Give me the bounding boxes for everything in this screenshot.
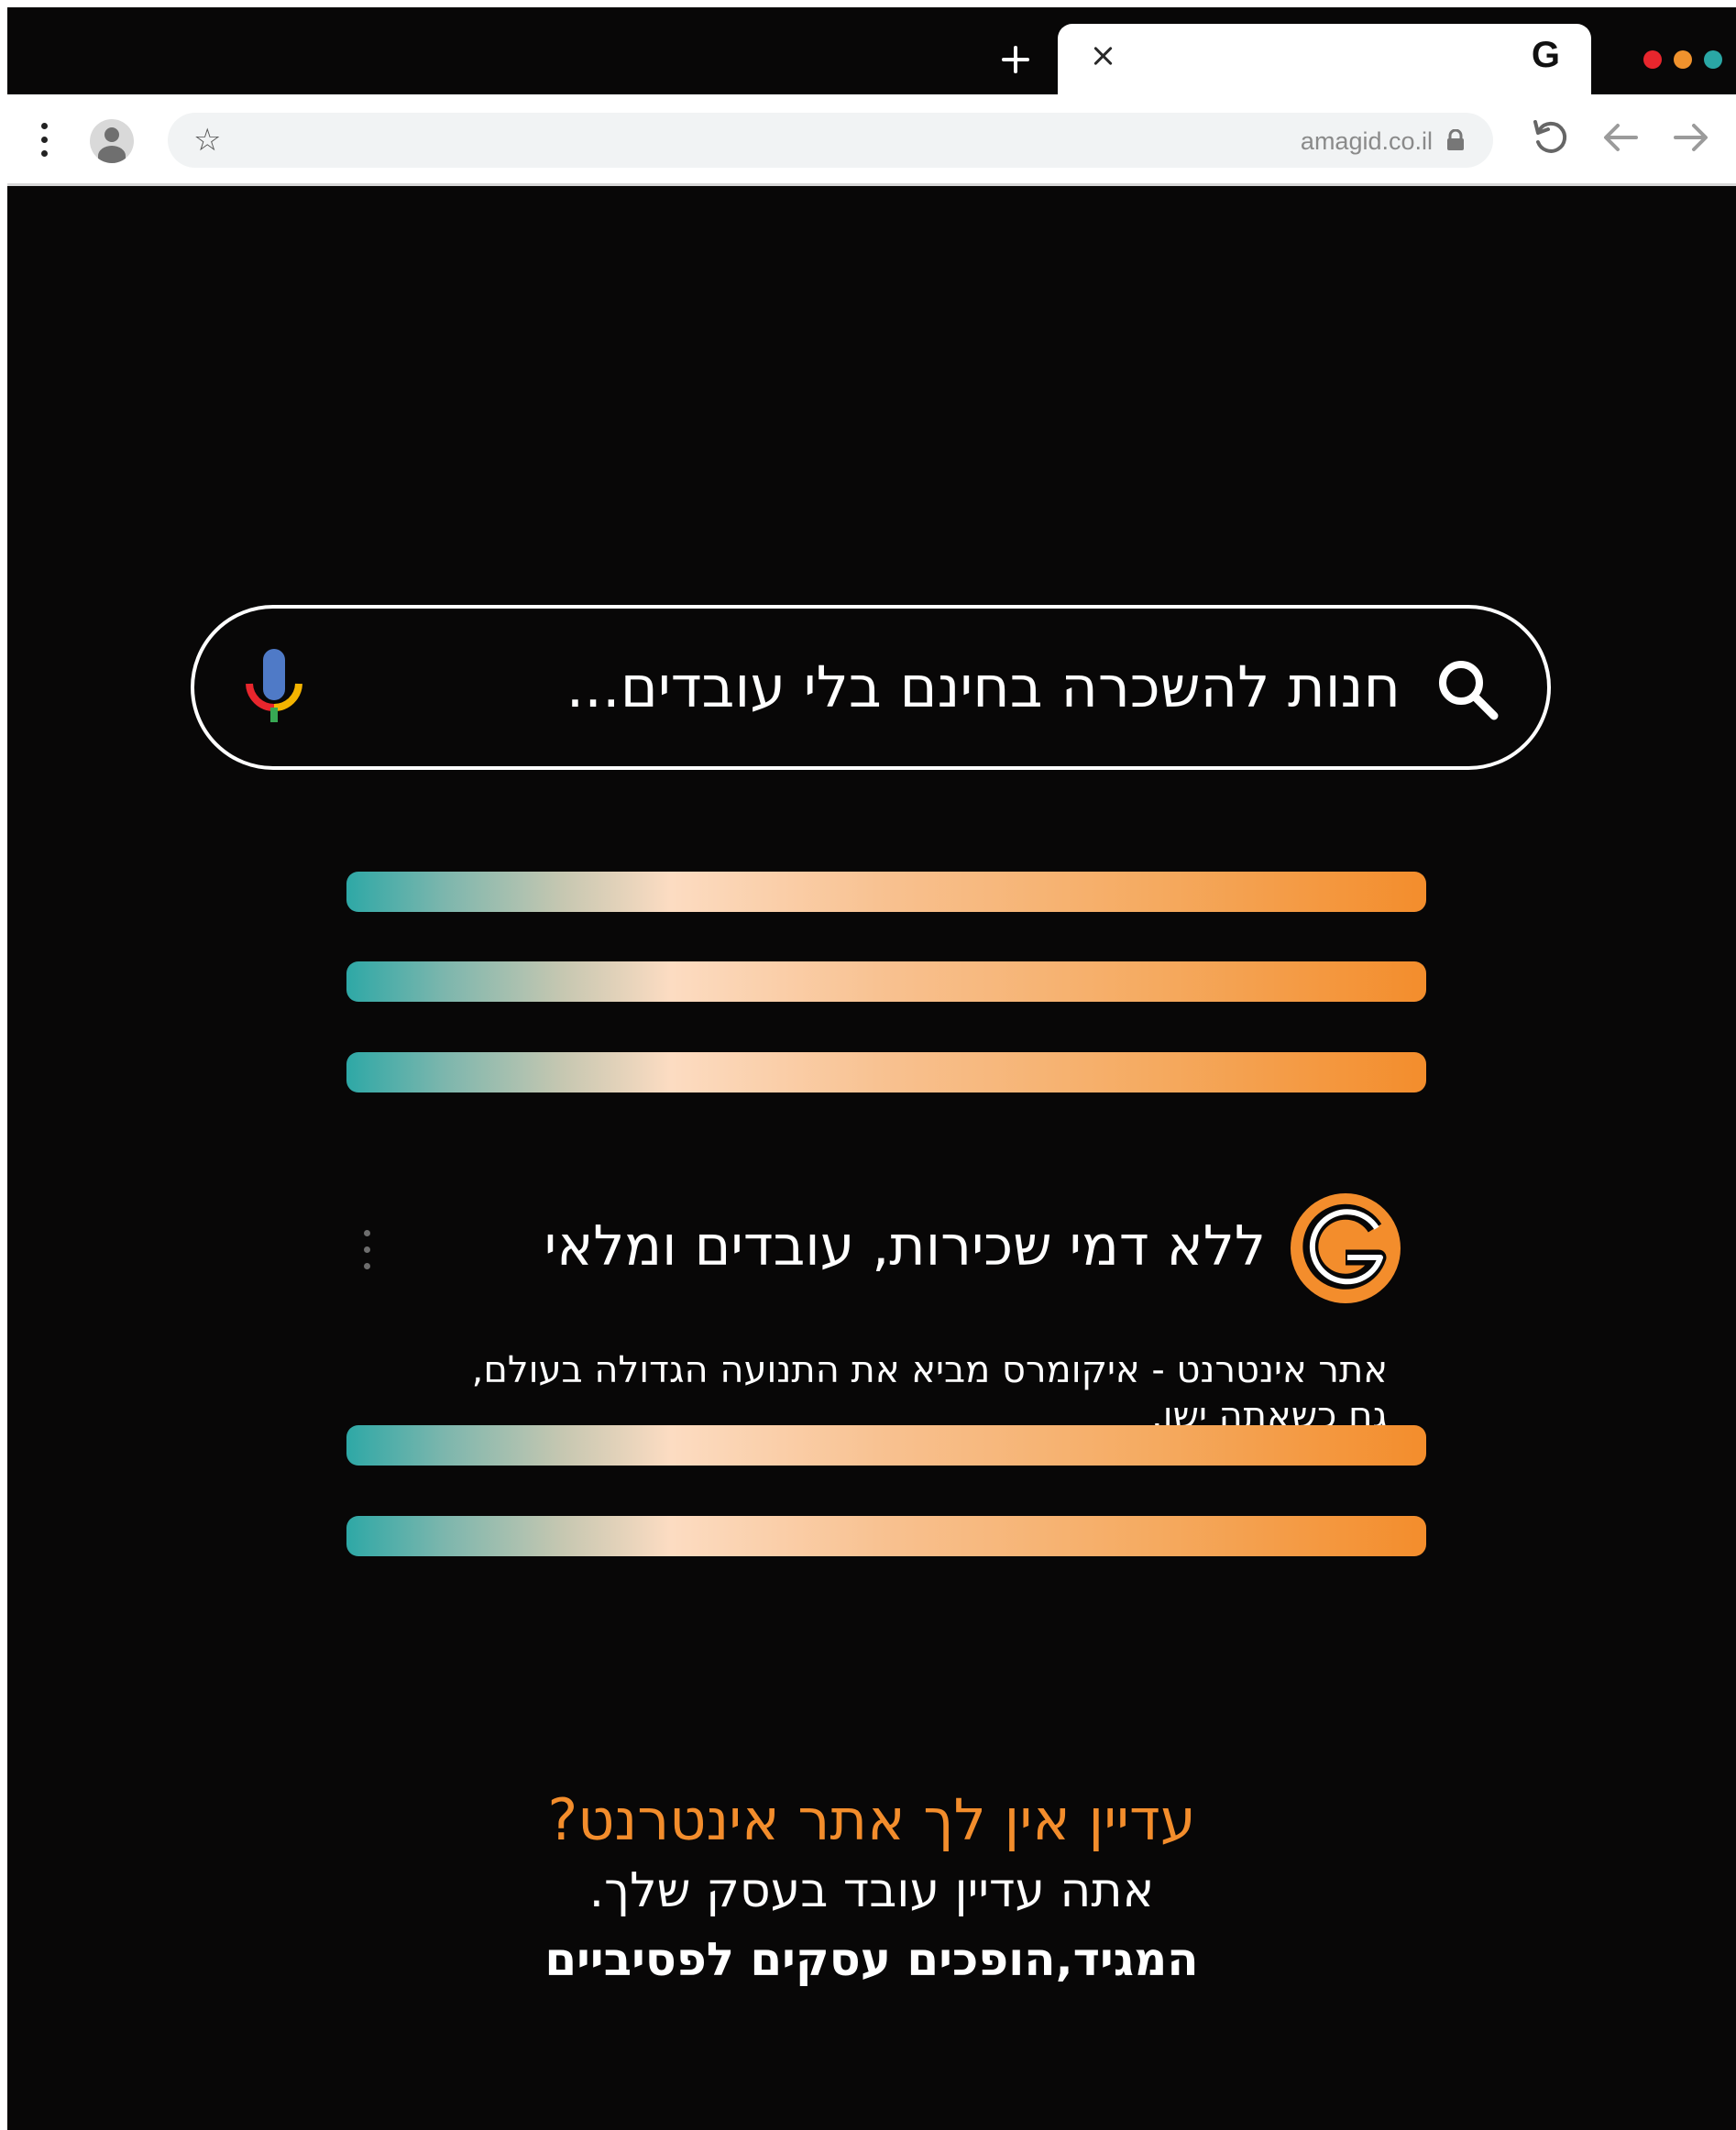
- address-bar[interactable]: ☆ amagid.co.il: [168, 113, 1493, 168]
- cta-tagline: המגיד,הופכים עסקים לפסיביים: [544, 1933, 1199, 1986]
- reload-icon[interactable]: [1530, 116, 1572, 159]
- window-maximize-dot[interactable]: [1704, 50, 1722, 69]
- amagid-logo-icon: [1291, 1193, 1401, 1303]
- browser-window: G ☆ amagid.co.il חנות להשכרה בחינם בלי ע…: [7, 7, 1736, 2130]
- placeholder-result-bar: [346, 1425, 1426, 1466]
- cta-heading: עדיין אין לך אתר אינטרנט?: [547, 1786, 1196, 1853]
- window-close-dot[interactable]: [1643, 50, 1662, 69]
- profile-avatar[interactable]: [90, 119, 134, 163]
- placeholder-result-bar: [346, 1516, 1426, 1556]
- new-tab-button[interactable]: [1000, 44, 1031, 75]
- back-arrow-icon[interactable]: [1599, 116, 1642, 159]
- placeholder-result-bar: [346, 961, 1426, 1002]
- result-title-link[interactable]: ללא דמי שכירות, עובדים ומלאי: [544, 1213, 1266, 1279]
- page-content: חנות להשכרה בחינם בלי עובדים... ללא דמי …: [7, 183, 1736, 2130]
- tab-favicon-icon: G: [1531, 35, 1560, 75]
- search-query[interactable]: חנות להשכרה בחינם בלי עובדים...: [566, 649, 1401, 726]
- lock-icon: [1447, 129, 1464, 150]
- browser-menu-icon[interactable]: [38, 122, 49, 159]
- search-icon[interactable]: [1437, 659, 1500, 721]
- browser-toolbar: ☆ amagid.co.il: [7, 94, 1736, 186]
- window-minimize-dot[interactable]: [1674, 50, 1692, 69]
- placeholder-result-bar: [346, 1052, 1426, 1092]
- cta-subtext: אתה עדיין עובד בעסק שלך.: [588, 1863, 1155, 1918]
- url-text[interactable]: amagid.co.il: [1301, 127, 1433, 155]
- bookmark-star-icon[interactable]: ☆: [193, 122, 221, 159]
- close-tab-icon[interactable]: [1091, 44, 1115, 68]
- microphone-icon[interactable]: [242, 649, 306, 731]
- placeholder-result-bar: [346, 872, 1426, 912]
- result-options-icon[interactable]: [361, 1230, 372, 1270]
- browser-tab[interactable]: G: [1058, 24, 1591, 99]
- search-bar[interactable]: חנות להשכרה בחינם בלי עובדים...: [191, 605, 1551, 770]
- tab-strip: G: [7, 7, 1736, 99]
- forward-arrow-icon[interactable]: [1670, 116, 1712, 159]
